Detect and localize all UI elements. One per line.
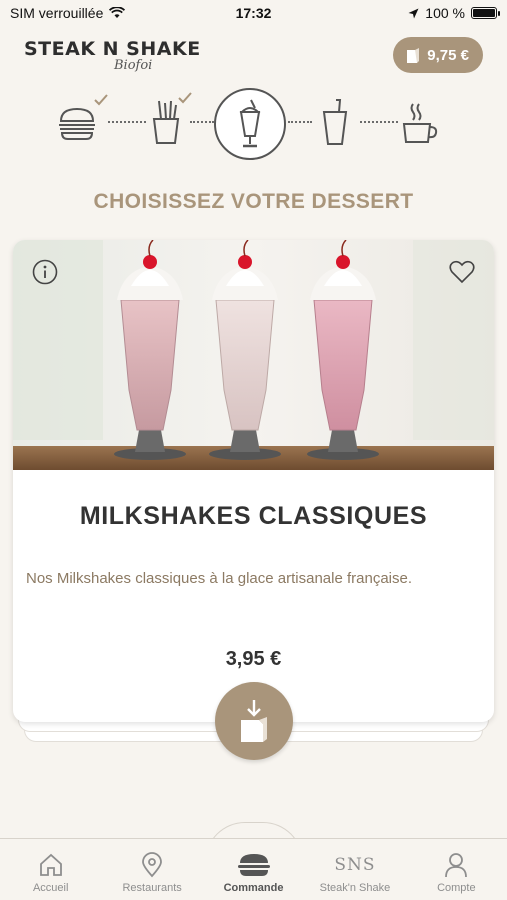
burger-icon [59, 107, 95, 140]
check-icon [178, 92, 192, 104]
heart-icon [449, 260, 475, 284]
sns-icon: SNS [334, 855, 376, 875]
product-card[interactable]: MILKSHAKES CLASSIQUES Nos Milkshakes cla… [13, 240, 494, 722]
step-milkshake-current[interactable] [214, 88, 286, 160]
tab-label: Commande [223, 882, 284, 894]
user-icon [445, 853, 468, 878]
carrier-label: SIM verrouillée [10, 5, 104, 21]
battery-icon [471, 7, 500, 19]
status-bar: SIM verrouillée 17:32 100 % [0, 0, 507, 26]
header: STEAK N SHAKE Biofoi 9,75 € [0, 30, 507, 80]
milkshake-icon [239, 99, 261, 148]
step-drink[interactable] [318, 96, 352, 148]
info-icon [32, 259, 58, 285]
cart-total: 9,75 € [427, 46, 469, 64]
tab-restaurants[interactable]: Restaurants [101, 839, 202, 900]
order-progress-steps [50, 88, 450, 160]
tab-steak-n-shake[interactable]: SNS Steak'n Shake [304, 839, 405, 900]
step-connector [190, 121, 214, 123]
tab-accueil[interactable]: Accueil [0, 839, 101, 900]
product-description: Nos Milkshakes classiques à la glace art… [26, 570, 413, 587]
product-image [13, 240, 494, 470]
product-price: 3,95 € [225, 648, 282, 670]
tab-label: Compte [437, 882, 476, 894]
bag-icon [407, 48, 420, 63]
step-coffee[interactable] [400, 98, 440, 148]
info-button[interactable] [31, 258, 59, 286]
product-name: MILKSHAKES CLASSIQUES [79, 502, 428, 530]
tab-bar: Accueil Restaurants Commande SNS Steak'n… [0, 838, 507, 900]
tab-label: Steak'n Shake [319, 882, 391, 894]
section-title: CHOISISSEZ VOTRE DESSERT [93, 190, 414, 213]
status-left: SIM verrouillée [10, 5, 126, 21]
favorite-button[interactable] [448, 258, 476, 286]
fries-icon [152, 100, 180, 144]
add-to-bag-icon [241, 700, 267, 742]
add-to-bag-button[interactable] [215, 682, 293, 760]
drink-icon [322, 99, 348, 145]
coffee-icon [402, 103, 438, 143]
location-icon [142, 852, 163, 878]
tab-label: Accueil [32, 882, 69, 894]
step-connector [288, 121, 312, 123]
step-connector [108, 121, 146, 123]
home-icon [39, 853, 62, 876]
step-burger[interactable] [52, 94, 108, 148]
check-icon [94, 94, 108, 106]
tab-compte[interactable]: Compte [406, 839, 507, 900]
step-connector [360, 121, 398, 123]
battery-percent: 100 % [425, 5, 465, 21]
location-arrow-icon [408, 8, 419, 18]
brand-signature: Biofoi [114, 57, 153, 73]
step-fries[interactable] [148, 92, 192, 148]
wifi-icon [109, 7, 126, 18]
brand-name: STEAK N SHAKE [24, 37, 201, 60]
tab-label: Restaurants [122, 882, 182, 894]
cart-button[interactable]: 9,75 € [393, 37, 483, 73]
burger-icon [237, 854, 270, 876]
brand-logo[interactable]: STEAK N SHAKE Biofoi [24, 38, 201, 73]
tab-commande[interactable]: Commande [203, 839, 304, 900]
battery-level [473, 9, 495, 17]
status-right: 100 % [408, 5, 500, 21]
